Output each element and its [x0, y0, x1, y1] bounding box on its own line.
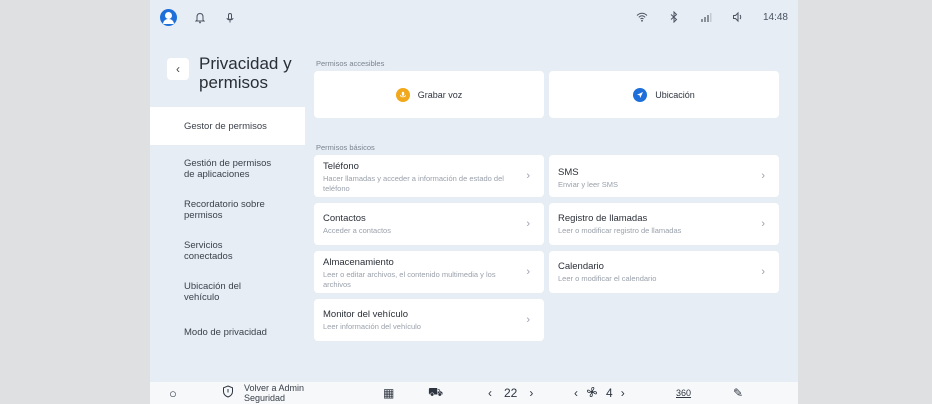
home-icon: ○	[169, 385, 177, 401]
permission-title: Teléfono	[323, 161, 359, 172]
volume-icon[interactable]	[731, 10, 745, 24]
page-title: Privacidad y permisos	[199, 54, 292, 92]
nav-item-connected-services[interactable]: Servicios conectados	[150, 240, 260, 262]
quick-permissions-label: Permisos accesibles	[316, 59, 385, 68]
view-360-button[interactable]: 360	[676, 382, 691, 404]
status-bar: 14:48	[150, 0, 798, 36]
apps-button[interactable]: ▦	[383, 382, 394, 404]
car-icon: ⛟	[428, 385, 444, 399]
clock: 14:48	[762, 11, 788, 23]
chevron-left-icon: ‹	[176, 62, 180, 76]
security-line-1: Volver a Admin	[244, 383, 305, 393]
permission-description: Leer o modificar registro de llamadas	[558, 226, 682, 235]
nav-item-label: Gestor de permisos	[184, 120, 267, 132]
permission-sms[interactable]: SMS Enviar y leer SMS ›	[549, 155, 779, 197]
infotainment-screen: 14:48 ‹ Privacidad y permisos Gestor de …	[150, 0, 798, 404]
permission-title: Contactos	[323, 213, 366, 224]
security-button[interactable]: Volver a Admin Seguridad	[222, 382, 304, 404]
avatar-icon[interactable]	[160, 9, 177, 26]
permission-title: Registro de llamadas	[558, 213, 648, 224]
chevron-right-icon: ›	[526, 218, 530, 230]
permission-storage[interactable]: Almacenamiento Leer o editar archivos, e…	[314, 251, 544, 293]
left-background	[0, 0, 150, 404]
chevron-right-icon: ›	[761, 170, 765, 182]
notification-bell-icon[interactable]	[193, 11, 207, 25]
security-line-2: Seguridad	[244, 393, 286, 403]
microphone-icon[interactable]	[223, 11, 237, 25]
location-card[interactable]: Ubicación	[549, 71, 779, 118]
permission-phone[interactable]: Teléfono Hacer llamadas y acceder a info…	[314, 155, 544, 197]
fan-level: 4	[606, 386, 613, 400]
permission-description: Hacer llamadas y acceder a información d…	[323, 174, 504, 193]
location-arrow-icon	[633, 87, 648, 102]
shield-icon	[222, 385, 234, 401]
permission-description: Leer o editar archivos, el contenido mul…	[323, 270, 496, 289]
nav-item-label: Modo de privacidad	[184, 327, 267, 338]
bluetooth-icon	[667, 10, 681, 24]
home-button[interactable]: ○	[169, 382, 177, 404]
cell-signal-icon	[699, 10, 713, 24]
nav-item-permission-manager[interactable]: Gestor de permisos	[150, 107, 305, 145]
fan-decrease[interactable]: ‹	[574, 386, 578, 400]
temp-left-increase[interactable]: ›	[529, 386, 533, 400]
permission-description: Leer información del vehículo	[323, 322, 421, 331]
temp-left-decrease[interactable]: ‹	[488, 386, 492, 400]
temp-left-value: 22	[504, 386, 518, 400]
bottom-dock: ○ Volver a Admin Seguridad ▦ ⛟ ‹ 22 › ‹ …	[150, 382, 798, 404]
fan-icon	[586, 386, 598, 401]
chevron-right-icon: ›	[526, 170, 530, 182]
fan-increase[interactable]: ›	[621, 386, 625, 400]
chevron-right-icon: ›	[526, 266, 530, 278]
permission-title: Almacenamiento	[323, 257, 394, 268]
permission-contacts[interactable]: Contactos Acceder a contactos ›	[314, 203, 544, 245]
location-label: Ubicación	[655, 89, 695, 100]
nav-item-vehicle-location[interactable]: Ubicación del vehículo	[150, 281, 260, 303]
nav-item-permission-reminder[interactable]: Recordatorio sobre permisos	[150, 199, 275, 221]
left-temperature-control: ‹ 22 ›	[488, 382, 533, 404]
permission-calendar[interactable]: Calendario Leer o modificar el calendari…	[549, 251, 779, 293]
wifi-icon	[635, 10, 649, 24]
permission-description: Acceder a contactos	[323, 226, 391, 235]
permission-description: Enviar y leer SMS	[558, 180, 619, 189]
view-360-label: 360	[676, 388, 692, 398]
nav-item-app-permissions[interactable]: Gestión de permisos de aplicaciones	[150, 158, 275, 180]
chevron-right-icon: ›	[761, 218, 765, 230]
record-voice-label: Grabar voz	[417, 89, 463, 100]
pen-icon: ✎	[733, 386, 744, 400]
right-background	[782, 0, 932, 404]
permission-call-log[interactable]: Registro de llamadas Leer o modificar re…	[549, 203, 779, 245]
car-button[interactable]: ⛟	[428, 382, 443, 404]
chevron-right-icon: ›	[761, 266, 765, 278]
permission-title: Monitor del vehículo	[323, 309, 409, 320]
permission-vehicle-monitor[interactable]: Monitor del vehículo Leer información de…	[314, 299, 544, 341]
apps-grid-icon: ▦	[383, 386, 395, 400]
permission-description: Leer o modificar el calendario	[558, 274, 657, 283]
nav-item-label: Gestión de permisos de aplicaciones	[184, 158, 272, 180]
nav-item-label: Ubicación del vehículo	[184, 281, 242, 303]
back-button[interactable]: ‹	[167, 58, 189, 80]
fan-control: ‹ 4 ›	[574, 382, 625, 404]
permission-title: Calendario	[558, 261, 604, 272]
basic-permissions-label: Permisos básicos	[316, 143, 375, 152]
nav-item-label: Recordatorio sobre permisos	[184, 199, 265, 221]
microphone-icon	[395, 87, 410, 102]
nav-item-privacy-mode[interactable]: Modo de privacidad	[150, 327, 305, 338]
edit-button[interactable]: ✎	[733, 382, 743, 404]
permission-title: SMS	[558, 167, 579, 178]
chevron-right-icon: ›	[526, 314, 530, 326]
nav-item-label: Servicios conectados	[184, 240, 233, 262]
record-voice-card[interactable]: Grabar voz	[314, 71, 544, 118]
